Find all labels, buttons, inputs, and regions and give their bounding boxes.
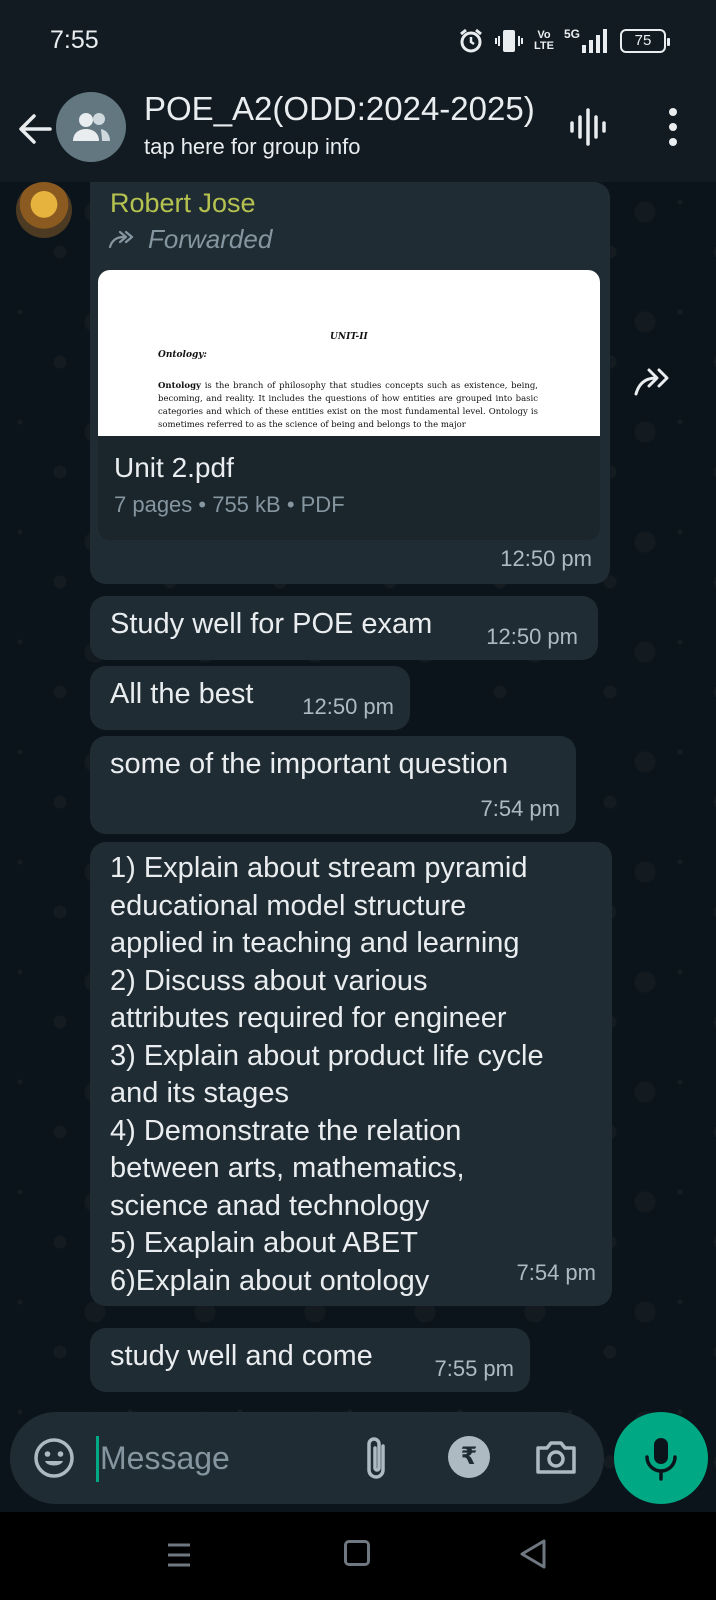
forwarded-label: Forwarded xyxy=(108,224,272,255)
volte-indicator: Vo LTE xyxy=(534,29,554,52)
message-time: 7:54 pm xyxy=(480,796,561,821)
text-message[interactable]: study well and come 7:55 pm xyxy=(90,1328,530,1392)
forwarded-icon xyxy=(108,230,134,248)
message-text: Study well for POE exam xyxy=(110,608,433,640)
recent-apps-icon[interactable] xyxy=(164,1540,194,1570)
voice-chat-icon[interactable] xyxy=(568,104,608,150)
pdf-preview[interactable]: UNIT-II Ontology: Ontology is the branch… xyxy=(98,270,600,436)
message-text: study well and come xyxy=(110,1340,373,1372)
document-message[interactable]: Robert Jose Forwarded UNIT-II Ontology: … xyxy=(90,182,610,584)
sender-name[interactable]: Robert Jose xyxy=(110,188,256,219)
pdf-attachment[interactable]: UNIT-II Ontology: Ontology is the branch… xyxy=(98,270,600,540)
file-meta: 7 pages • 755 kB • PDF xyxy=(114,492,345,517)
vibrate-icon xyxy=(494,28,524,54)
network-type: 5G xyxy=(563,27,580,41)
group-avatar[interactable] xyxy=(56,92,126,162)
status-icons: Vo LTE 5G 75 xyxy=(458,26,670,56)
more-options-icon[interactable] xyxy=(658,104,688,150)
group-info-hint[interactable]: tap here for group info xyxy=(144,134,360,160)
home-icon[interactable] xyxy=(344,1540,370,1566)
message-text: 1) Explain about stream pyramid educatio… xyxy=(110,852,544,1297)
status-bar: 7:55 Vo LTE 5G 75 xyxy=(0,0,716,82)
text-message[interactable]: All the best 12:50 pm xyxy=(90,666,410,730)
message-time: 12:50 pm xyxy=(500,546,592,571)
chat-header[interactable]: POE_A2(ODD:2024-2025) tap here for group… xyxy=(0,82,716,182)
rupee-payment-icon[interactable]: ₹ xyxy=(448,1436,490,1478)
message-text: some of the important question xyxy=(110,748,509,780)
forwarded-text: Forwarded xyxy=(148,224,273,254)
microphone-icon xyxy=(645,1438,677,1481)
text-message[interactable]: Study well for POE exam 12:50 pm xyxy=(90,596,598,660)
status-time: 7:55 xyxy=(50,26,99,54)
message-composer: ₹ xyxy=(10,1412,604,1504)
signal-icon: 5G xyxy=(563,27,610,53)
message-input[interactable] xyxy=(100,1432,340,1484)
message-time: 12:50 pm xyxy=(486,624,578,649)
preview-unit: UNIT-II xyxy=(330,332,368,342)
sender-avatar[interactable] xyxy=(16,182,72,238)
preview-body: Ontology is the branch of philosophy tha… xyxy=(158,380,538,432)
alarm-icon xyxy=(458,28,484,54)
attachment-icon[interactable] xyxy=(358,1432,394,1484)
text-message[interactable]: some of the important question 7:54 pm xyxy=(90,736,576,834)
group-title[interactable]: POE_A2(ODD:2024-2025) xyxy=(144,90,535,128)
preview-heading: Ontology: xyxy=(158,350,207,360)
message-time: 12:50 pm xyxy=(302,694,394,719)
camera-icon[interactable] xyxy=(534,1434,578,1480)
system-back-icon[interactable] xyxy=(518,1538,548,1570)
text-cursor xyxy=(96,1436,99,1482)
file-name: Unit 2.pdf xyxy=(114,452,234,483)
preview-body-text: is the branch of philosophy that studies… xyxy=(158,381,538,430)
message-text: All the best xyxy=(110,678,254,710)
system-navigation-bar xyxy=(0,1512,716,1600)
text-message[interactable]: 1) Explain about stream pyramid educatio… xyxy=(90,842,612,1306)
preview-body-bold: Ontology xyxy=(158,381,201,391)
message-time: 7:55 pm xyxy=(434,1356,515,1381)
group-icon xyxy=(73,113,110,141)
back-arrow-icon[interactable] xyxy=(14,108,56,150)
message-time: 7:54 pm xyxy=(516,1260,597,1285)
battery-indicator: 75 xyxy=(620,29,670,53)
emoji-icon[interactable] xyxy=(32,1436,76,1480)
voice-message-button[interactable] xyxy=(614,1412,708,1504)
forward-icon[interactable] xyxy=(632,364,678,398)
